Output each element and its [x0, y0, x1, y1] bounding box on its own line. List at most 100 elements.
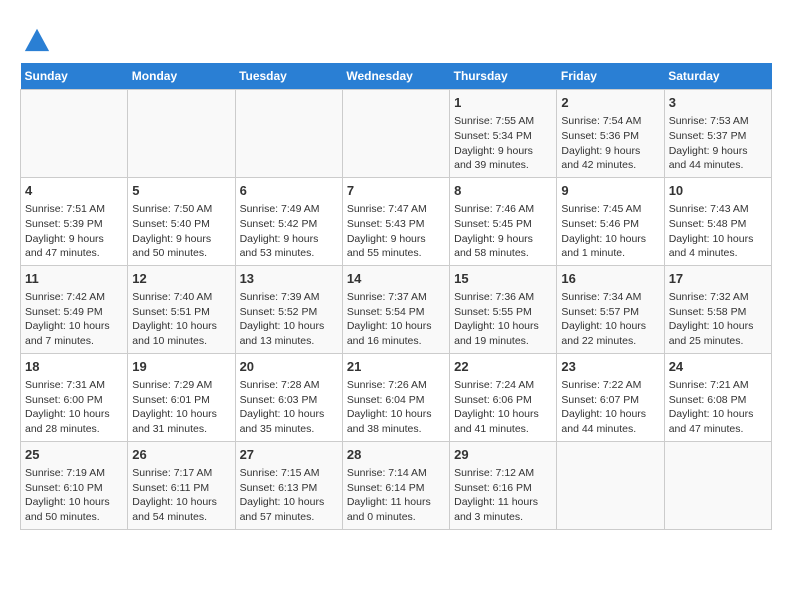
day-number: 4: [25, 182, 123, 200]
day-cell: [235, 90, 342, 178]
day-number: 5: [132, 182, 230, 200]
day-info: Sunrise: 7:15 AM Sunset: 6:13 PM Dayligh…: [240, 466, 338, 525]
week-row-4: 18 Sunrise: 7:31 AM Sunset: 6:00 PM Dayli…: [21, 353, 772, 441]
day-info: Sunrise: 7:50 AM Sunset: 5:40 PM Dayligh…: [132, 202, 230, 261]
day-info: Sunrise: 7:28 AM Sunset: 6:03 PM Dayligh…: [240, 378, 338, 437]
day-info: Sunrise: 7:34 AM Sunset: 5:57 PM Dayligh…: [561, 290, 659, 349]
day-info: Sunrise: 7:54 AM Sunset: 5:36 PM Dayligh…: [561, 114, 659, 173]
day-info: Sunrise: 7:49 AM Sunset: 5:42 PM Dayligh…: [240, 202, 338, 261]
day-cell: 14 Sunrise: 7:37 AM Sunset: 5:54 PM Dayli…: [342, 265, 449, 353]
day-number: 9: [561, 182, 659, 200]
day-number: 12: [132, 270, 230, 288]
day-info: Sunrise: 7:51 AM Sunset: 5:39 PM Dayligh…: [25, 202, 123, 261]
day-cell: 10 Sunrise: 7:43 AM Sunset: 5:48 PM Dayli…: [664, 177, 771, 265]
col-header-saturday: Saturday: [664, 63, 771, 90]
day-cell: 25 Sunrise: 7:19 AM Sunset: 6:10 PM Dayli…: [21, 441, 128, 529]
day-info: Sunrise: 7:46 AM Sunset: 5:45 PM Dayligh…: [454, 202, 552, 261]
day-number: 3: [669, 94, 767, 112]
day-cell: 26 Sunrise: 7:17 AM Sunset: 6:11 PM Dayli…: [128, 441, 235, 529]
day-info: Sunrise: 7:31 AM Sunset: 6:00 PM Dayligh…: [25, 378, 123, 437]
day-info: Sunrise: 7:32 AM Sunset: 5:58 PM Dayligh…: [669, 290, 767, 349]
day-cell: 15Sunrise: 7:36 AM Sunset: 5:55 PM Dayli…: [450, 265, 557, 353]
day-cell: 28 Sunrise: 7:14 AM Sunset: 6:14 PM Dayli…: [342, 441, 449, 529]
day-cell: 9 Sunrise: 7:45 AM Sunset: 5:46 PM Daylig…: [557, 177, 664, 265]
day-number: 16: [561, 270, 659, 288]
day-info: Sunrise: 7:40 AM Sunset: 5:51 PM Dayligh…: [132, 290, 230, 349]
day-number: 28: [347, 446, 445, 464]
calendar-table: SundayMondayTuesdayWednesdayThursdayFrid…: [20, 63, 772, 530]
day-cell: 23 Sunrise: 7:22 AM Sunset: 6:07 PM Dayli…: [557, 353, 664, 441]
day-cell: 18 Sunrise: 7:31 AM Sunset: 6:00 PM Dayli…: [21, 353, 128, 441]
day-info: Sunrise: 7:17 AM Sunset: 6:11 PM Dayligh…: [132, 466, 230, 525]
day-cell: 5 Sunrise: 7:50 AM Sunset: 5:40 PM Daylig…: [128, 177, 235, 265]
day-info: Sunrise: 7:39 AM Sunset: 5:52 PM Dayligh…: [240, 290, 338, 349]
day-number: 6: [240, 182, 338, 200]
header: [20, 20, 772, 53]
day-cell: 4 Sunrise: 7:51 AM Sunset: 5:39 PM Daylig…: [21, 177, 128, 265]
day-cell: 12 Sunrise: 7:40 AM Sunset: 5:51 PM Dayli…: [128, 265, 235, 353]
day-number: 14: [347, 270, 445, 288]
day-cell: 2 Sunrise: 7:54 AM Sunset: 5:36 PM Daylig…: [557, 90, 664, 178]
day-cell: 29 Sunrise: 7:12 AM Sunset: 6:16 PM Dayli…: [450, 441, 557, 529]
day-info: Sunrise: 7:21 AM Sunset: 6:08 PM Dayligh…: [669, 378, 767, 437]
day-number: 19: [132, 358, 230, 376]
week-row-3: 11 Sunrise: 7:42 AM Sunset: 5:49 PM Dayli…: [21, 265, 772, 353]
day-number: 1: [454, 94, 552, 112]
day-info: Sunrise: 7:22 AM Sunset: 6:07 PM Dayligh…: [561, 378, 659, 437]
day-cell: [128, 90, 235, 178]
day-cell: [664, 441, 771, 529]
day-number: 27: [240, 446, 338, 464]
day-number: 11: [25, 270, 123, 288]
day-cell: 21Sunrise: 7:26 AM Sunset: 6:04 PM Dayli…: [342, 353, 449, 441]
day-info: Sunrise: 7:45 AM Sunset: 5:46 PM Dayligh…: [561, 202, 659, 261]
day-info: Sunrise: 7:43 AM Sunset: 5:48 PM Dayligh…: [669, 202, 767, 261]
day-cell: 6 Sunrise: 7:49 AM Sunset: 5:42 PM Daylig…: [235, 177, 342, 265]
day-number: 10: [669, 182, 767, 200]
col-header-sunday: Sunday: [21, 63, 128, 90]
day-cell: 20 Sunrise: 7:28 AM Sunset: 6:03 PM Dayli…: [235, 353, 342, 441]
col-header-monday: Monday: [128, 63, 235, 90]
day-info: Sunrise: 7:29 AM Sunset: 6:01 PM Dayligh…: [132, 378, 230, 437]
day-info: Sunrise: 7:19 AM Sunset: 6:10 PM Dayligh…: [25, 466, 123, 525]
day-cell: 11 Sunrise: 7:42 AM Sunset: 5:49 PM Dayli…: [21, 265, 128, 353]
col-header-thursday: Thursday: [450, 63, 557, 90]
day-info: Sunrise: 7:37 AM Sunset: 5:54 PM Dayligh…: [347, 290, 445, 349]
day-info: Sunrise: 7:47 AM Sunset: 5:43 PM Dayligh…: [347, 202, 445, 261]
week-row-2: 4 Sunrise: 7:51 AM Sunset: 5:39 PM Daylig…: [21, 177, 772, 265]
day-number: 26: [132, 446, 230, 464]
header-row: SundayMondayTuesdayWednesdayThursdayFrid…: [21, 63, 772, 90]
col-header-friday: Friday: [557, 63, 664, 90]
col-header-wednesday: Wednesday: [342, 63, 449, 90]
col-header-tuesday: Tuesday: [235, 63, 342, 90]
day-cell: 19 Sunrise: 7:29 AM Sunset: 6:01 PM Dayli…: [128, 353, 235, 441]
week-row-1: 1Sunrise: 7:55 AM Sunset: 5:34 PM Daylig…: [21, 90, 772, 178]
day-number: 7: [347, 182, 445, 200]
day-info: Sunrise: 7:26 AM Sunset: 6:04 PM Dayligh…: [347, 378, 445, 437]
day-info: Sunrise: 7:42 AM Sunset: 5:49 PM Dayligh…: [25, 290, 123, 349]
day-number: 13: [240, 270, 338, 288]
logo: [20, 25, 51, 53]
day-number: 25: [25, 446, 123, 464]
day-cell: 13 Sunrise: 7:39 AM Sunset: 5:52 PM Dayli…: [235, 265, 342, 353]
day-cell: [342, 90, 449, 178]
day-number: 20: [240, 358, 338, 376]
day-cell: 16 Sunrise: 7:34 AM Sunset: 5:57 PM Dayli…: [557, 265, 664, 353]
logo-icon: [23, 25, 51, 53]
day-info: Sunrise: 7:12 AM Sunset: 6:16 PM Dayligh…: [454, 466, 552, 525]
day-cell: [557, 441, 664, 529]
day-cell: [21, 90, 128, 178]
day-number: 2: [561, 94, 659, 112]
day-cell: 17Sunrise: 7:32 AM Sunset: 5:58 PM Dayli…: [664, 265, 771, 353]
day-cell: 24 Sunrise: 7:21 AM Sunset: 6:08 PM Dayli…: [664, 353, 771, 441]
day-cell: 7 Sunrise: 7:47 AM Sunset: 5:43 PM Daylig…: [342, 177, 449, 265]
day-info: Sunrise: 7:14 AM Sunset: 6:14 PM Dayligh…: [347, 466, 445, 525]
day-number: 23: [561, 358, 659, 376]
day-number: 18: [25, 358, 123, 376]
day-number: 24: [669, 358, 767, 376]
day-number: 29: [454, 446, 552, 464]
day-cell: 3Sunrise: 7:53 AM Sunset: 5:37 PM Daylig…: [664, 90, 771, 178]
day-cell: 1Sunrise: 7:55 AM Sunset: 5:34 PM Daylig…: [450, 90, 557, 178]
day-cell: 22Sunrise: 7:24 AM Sunset: 6:06 PM Dayli…: [450, 353, 557, 441]
day-number: 22: [454, 358, 552, 376]
day-cell: 27 Sunrise: 7:15 AM Sunset: 6:13 PM Dayli…: [235, 441, 342, 529]
